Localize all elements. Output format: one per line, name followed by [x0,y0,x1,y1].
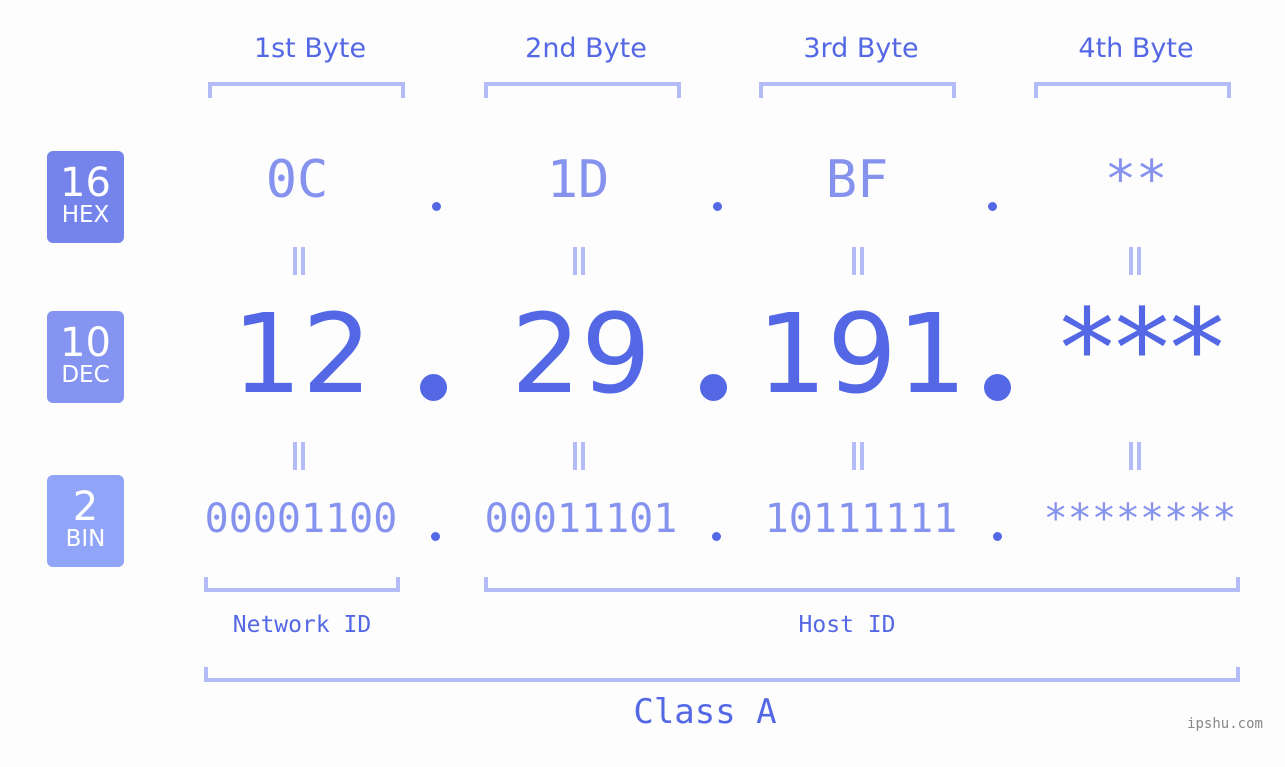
equals-icon [851,247,865,275]
bin-badge: 2 BIN [47,475,124,567]
dec-badge-label: DEC [61,362,110,388]
watermark: ipshu.com [1187,716,1263,732]
dec-value-3: 191 [757,290,967,418]
dec-separator-dot [700,374,727,401]
dec-separator-dot [984,374,1011,401]
byte-header-1: 1st Byte [253,33,367,64]
bin-separator-dot [993,532,1002,541]
equals-icon [572,247,586,275]
equals-icon [1128,442,1142,470]
dec-badge: 10 DEC [47,311,124,403]
dec-value-4: *** [1059,285,1225,413]
hex-badge-number: 16 [60,160,111,206]
bin-badge-label: BIN [65,526,106,552]
bin-separator-dot [431,532,440,541]
byte-header-4: 4th Byte [1078,33,1194,64]
bin-separator-dot [712,532,721,541]
hex-separator-dot [988,202,997,211]
equals-icon [292,442,306,470]
bin-value-2: 00011101 [484,496,678,542]
hex-value-4: ** [1104,150,1168,210]
bin-value-3: 10111111 [764,496,958,542]
host-id-bracket [484,577,1240,592]
dec-badge-number: 10 [60,320,111,366]
dec-separator-dot [420,374,447,401]
hex-separator-dot [713,202,722,211]
hex-value-3: BF [825,150,889,210]
network-id-label: Network ID [232,612,372,638]
host-id-label: Host ID [798,612,896,638]
bin-value-1: 00001100 [204,496,398,542]
bin-badge-number: 2 [72,484,99,530]
equals-icon [292,247,306,275]
hex-badge: 16 HEX [47,151,124,243]
class-label: Class A [633,692,777,732]
bin-value-4: ******** [1043,496,1237,542]
equals-icon [851,442,865,470]
dec-value-2: 29 [511,290,651,418]
byte-header-2: 2nd Byte [525,33,647,64]
hex-value-2: 1D [546,150,610,210]
byte-header-3: 3rd Byte [803,33,919,64]
hex-badge-label: HEX [61,202,110,228]
byte-bracket-4 [1034,82,1231,98]
equals-icon [1128,247,1142,275]
class-bracket [204,667,1240,682]
byte-bracket-3 [759,82,956,98]
byte-bracket-2 [484,82,681,98]
network-id-bracket [204,577,400,592]
dec-value-1: 12 [232,290,372,418]
hex-separator-dot [432,202,441,211]
hex-value-1: 0C [265,150,329,210]
equals-icon [572,442,586,470]
byte-bracket-1 [208,82,405,98]
